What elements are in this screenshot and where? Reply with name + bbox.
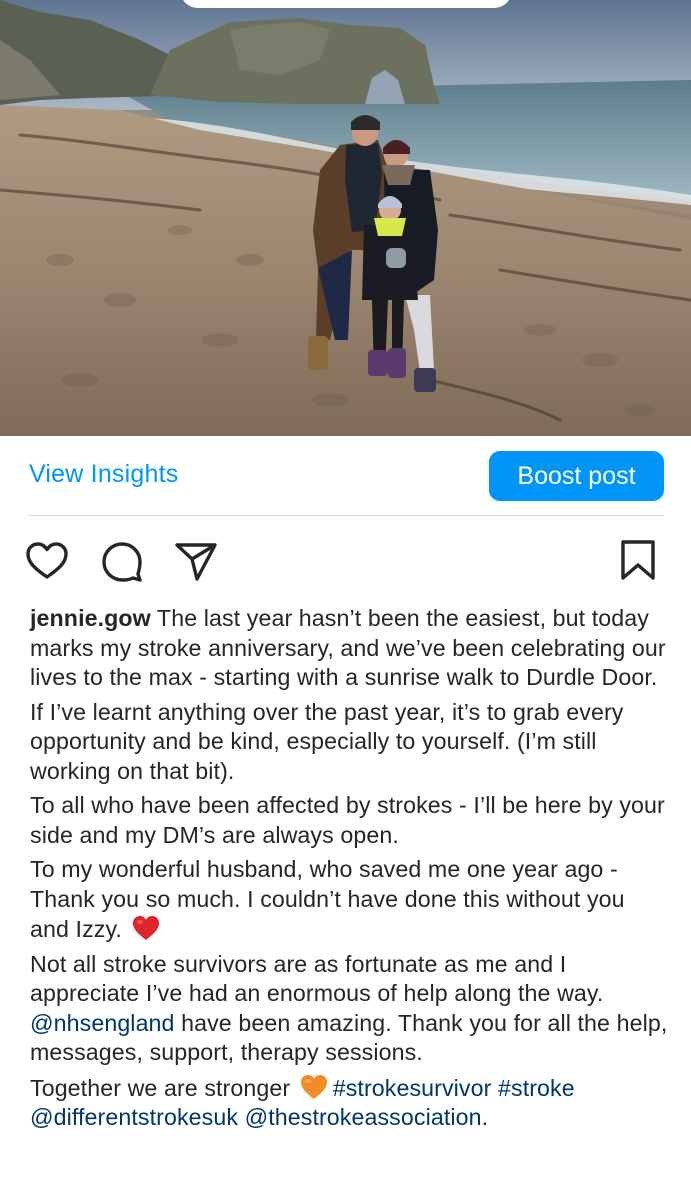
caption-paragraph-2: If I’ve learnt anything over the past ye… xyxy=(30,698,624,784)
boost-post-button[interactable]: Boost post xyxy=(489,451,664,501)
insights-bar: View Insights Boost post xyxy=(0,436,691,516)
dynamic-island-notch xyxy=(180,0,512,8)
caption-paragraph-6: Together we are stronger #strokesurvivor… xyxy=(30,1073,670,1133)
comment-bubble-icon[interactable] xyxy=(99,538,145,584)
mention-differentstrokesuk[interactable]: @differentstrokesuk xyxy=(30,1104,238,1130)
caption-text-6a: Together we are stronger xyxy=(30,1074,291,1101)
divider xyxy=(29,515,664,516)
caption-paragraph-4: To my wonderful husband, who saved me on… xyxy=(30,855,670,945)
caption-username[interactable]: jennie.gow xyxy=(30,605,151,631)
caption-text-5a: Not all stroke survivors are as fortunat… xyxy=(30,950,604,1007)
post-caption: jennie.gow The last year hasn’t been the… xyxy=(30,604,670,1138)
beach-scene-illustration xyxy=(0,0,691,436)
hashtag-stroke[interactable]: #stroke xyxy=(498,1075,575,1101)
post-photo[interactable] xyxy=(0,0,691,436)
caption-text-4: To my wonderful husband, who saved me on… xyxy=(30,856,625,942)
orange-heart-emoji-icon xyxy=(300,1074,327,1099)
bookmark-icon[interactable] xyxy=(615,538,661,584)
caption-paragraph-1: jennie.gow The last year hasn’t been the… xyxy=(30,604,670,693)
hashtag-strokesurvivor[interactable]: #strokesurvivor xyxy=(333,1075,492,1101)
heart-outline-icon[interactable] xyxy=(24,538,70,584)
caption-paragraph-3: To all who have been affected by strokes… xyxy=(30,792,665,848)
mention-thestrokeassociation[interactable]: @thestrokeassociation xyxy=(245,1104,482,1130)
view-insights-link[interactable]: View Insights xyxy=(29,460,178,489)
caption-end-period: . xyxy=(481,1104,489,1130)
mention-nhsengland[interactable]: @nhsengland xyxy=(30,1010,175,1036)
caption-paragraph-5: Not all stroke survivors are as fortunat… xyxy=(30,950,670,1068)
red-heart-emoji-icon xyxy=(132,916,159,940)
paper-plane-icon[interactable] xyxy=(173,538,219,584)
post-action-row xyxy=(0,538,691,588)
